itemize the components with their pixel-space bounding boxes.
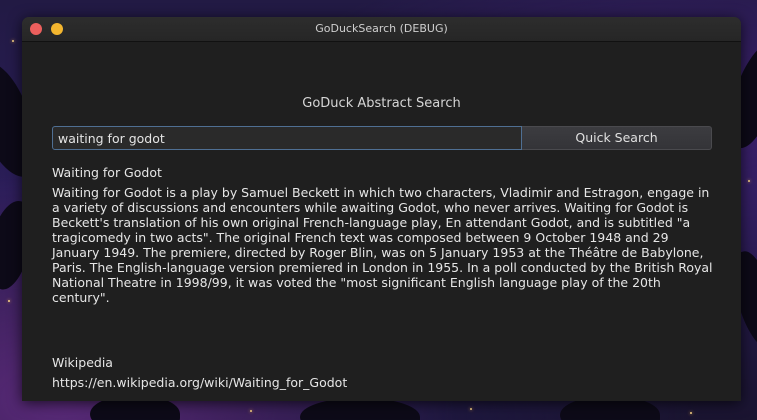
result-abstract: Waiting for Godot is a play by Samuel Be… [52,185,713,305]
result-url[interactable]: https://en.wikipedia.org/wiki/Waiting_fo… [52,375,347,390]
result-title: Waiting for Godot [52,165,162,180]
search-bar: Quick Search [52,126,712,150]
main-content: GoDuck Abstract Search Quick Search Wait… [22,42,741,401]
title-bar[interactable]: GoDuckSearch (DEBUG) [22,17,741,42]
app-window: GoDuckSearch (DEBUG) GoDuck Abstract Sea… [22,17,741,401]
app-heading: GoDuck Abstract Search [302,96,461,111]
wallpaper-firefly [12,40,14,42]
wallpaper-firefly [748,180,750,182]
search-input[interactable] [52,126,522,150]
wallpaper-foliage [300,398,420,420]
wallpaper-firefly [250,410,252,412]
wallpaper-firefly [690,412,692,414]
wallpaper-firefly [470,408,472,410]
wallpaper-firefly [8,300,10,302]
window-title: GoDuckSearch (DEBUG) [315,22,448,35]
quick-search-button[interactable]: Quick Search [522,126,712,150]
result-source: Wikipedia [52,355,113,370]
